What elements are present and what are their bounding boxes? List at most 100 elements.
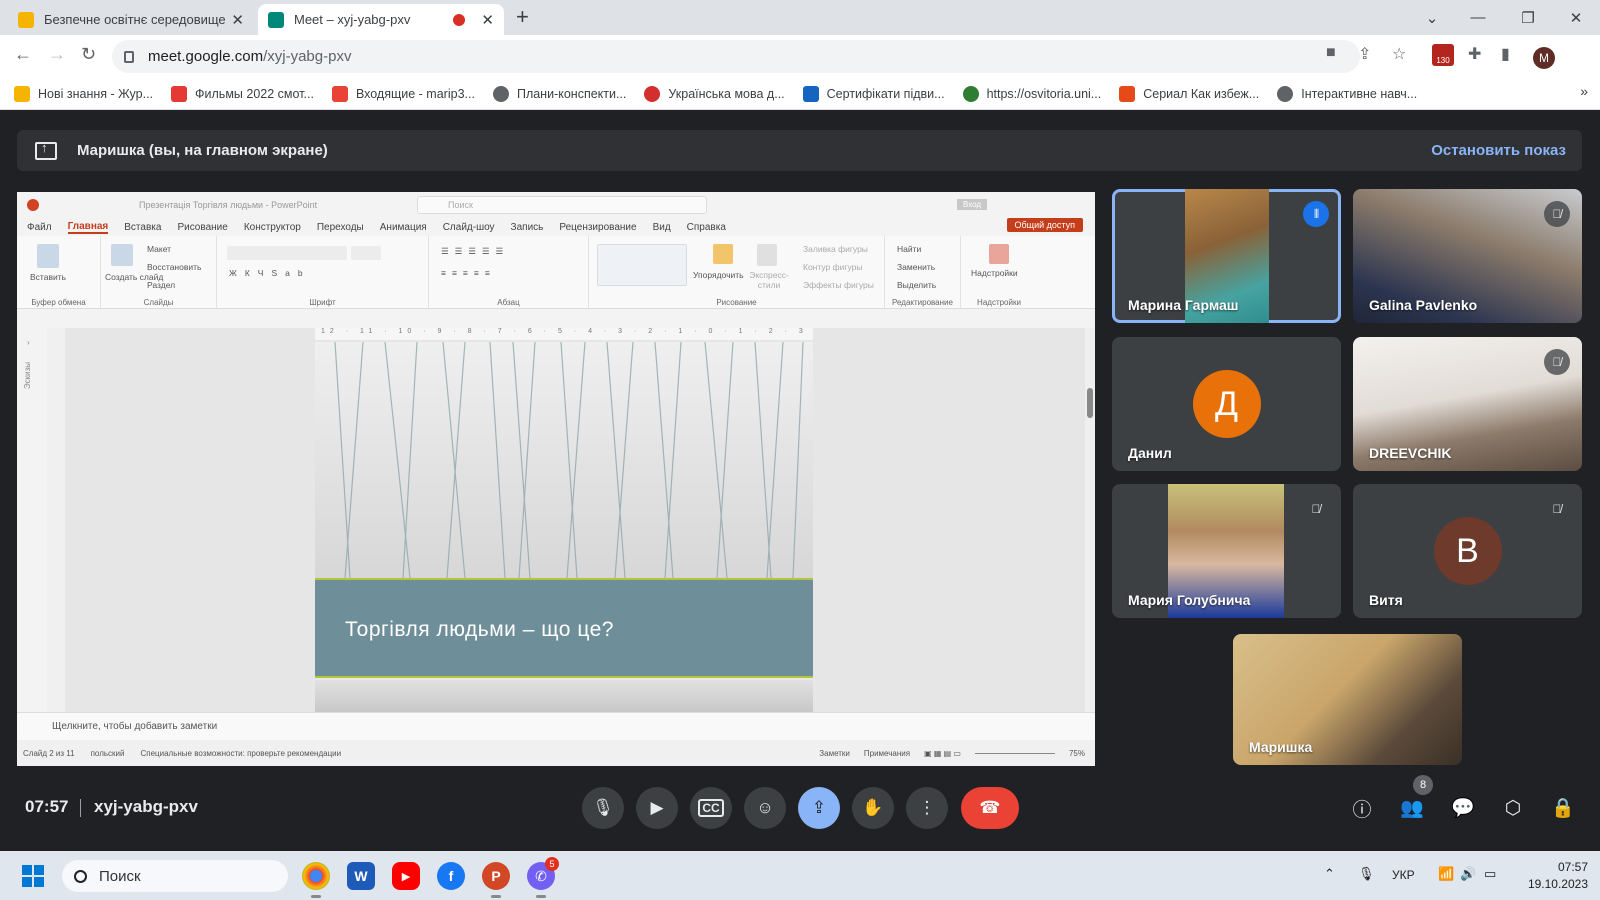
participant-tile[interactable]: 🎙̸ DREEVCHIK <box>1353 337 1582 471</box>
extensions-puzzle-icon[interactable]: ✚ <box>1468 44 1481 64</box>
bookmark-item[interactable]: Інтерактивне навч... <box>1277 85 1418 102</box>
bookmark-label: https://osvitoria.uni... <box>986 86 1102 101</box>
bookmark-item[interactable]: Сериал Как избеж... <box>1119 85 1259 102</box>
minimize-button[interactable]: — <box>1455 0 1501 35</box>
slides-group-label: Слайды <box>143 298 174 307</box>
reload-icon[interactable]: ↻ <box>81 44 96 65</box>
bookmark-label: Інтерактивне навч... <box>1301 86 1418 101</box>
close-tab-icon[interactable]: ✕ <box>231 11 244 29</box>
taskbar-clock[interactable]: 07:57 19.10.2023 <box>1518 859 1588 893</box>
align-icons: ≡≡≡≡≡ <box>441 268 496 278</box>
browser-tab-active[interactable]: Meet – xyj-yabg-pxv ✕ <box>258 4 504 35</box>
word-icon[interactable]: W <box>347 862 375 890</box>
ppt-share-button: Общий доступ <box>1006 218 1083 232</box>
battery-icon[interactable]: ▭ <box>1484 866 1496 882</box>
raise-hand-button[interactable]: ✋ <box>852 787 894 829</box>
participant-tile[interactable]: 🎙̸ Galina Pavlenko <box>1353 189 1582 323</box>
quick-styles-icon <box>757 244 777 266</box>
font-size-box <box>351 246 381 260</box>
bookmarks-overflow-icon[interactable]: » <box>1580 83 1588 99</box>
participant-tile[interactable]: Д Данил <box>1112 337 1341 471</box>
activities-icon[interactable]: ⬡ <box>1500 795 1526 821</box>
microphone-button[interactable]: 🎙 <box>582 787 624 829</box>
volume-icon[interactable]: 🔊 <box>1460 866 1476 882</box>
youtube-icon[interactable]: ▶ <box>392 862 420 890</box>
side-panel-icon[interactable]: ▮ <box>1501 44 1510 64</box>
bookmark-star-icon[interactable]: ☆ <box>1392 44 1406 64</box>
profile-avatar[interactable]: M <box>1533 47 1555 69</box>
chrome-icon[interactable] <box>302 862 330 890</box>
windows-start-icon[interactable] <box>22 865 44 887</box>
reactions-button[interactable]: ☺ <box>744 787 786 829</box>
powerpoint-icon[interactable]: P <box>482 862 510 890</box>
tray-overflow-icon[interactable]: ⌃ <box>1324 866 1335 882</box>
ribbon-group-paragraph: ☰☰☰☰☰ ≡≡≡≡≡ Абзац <box>429 236 589 309</box>
bookmark-item[interactable]: Нові знання - Жур... <box>14 85 154 102</box>
comments-toggle: Примечания <box>863 748 911 758</box>
taskbar-search[interactable]: Поиск <box>62 860 288 892</box>
captions-icon: CC <box>698 799 724 817</box>
meeting-details-icon[interactable]: ⓘ <box>1349 795 1375 821</box>
ribbon-group-addins: Надстройки Надстройки <box>961 236 1037 309</box>
leave-call-button[interactable]: ☎ <box>961 787 1019 829</box>
bookmark-label: Нові знання - Жур... <box>38 86 154 101</box>
ppt-vertical-scrollbar <box>1085 328 1095 712</box>
addins-label: Надстройки <box>971 268 1018 278</box>
present-screen-icon <box>35 140 57 160</box>
url-host: meet.google.com <box>148 48 264 65</box>
shared-screen-powerpoint: Презентація Торгівля людьми - PowerPoint… <box>17 192 1095 766</box>
more-options-button[interactable]: ⋮ <box>906 787 948 829</box>
ppt-status-right: Заметки Примечания ▣ ▦ ▤ ▭ 75% <box>819 749 1085 758</box>
tray-microphone-icon[interactable]: 🎙 <box>1358 866 1375 882</box>
input-language[interactable]: УКР <box>1392 868 1415 882</box>
self-view-tile[interactable]: Маришка <box>1233 634 1462 765</box>
new-tab-button[interactable]: + <box>516 4 529 30</box>
bookmark-item[interactable]: Плани-конспекти... <box>492 85 626 102</box>
globe-icon <box>1277 85 1294 102</box>
extension-counter-badge[interactable]: 130 <box>1432 44 1454 66</box>
bookmark-item[interactable]: https://osvitoria.uni... <box>962 85 1102 102</box>
maximize-button[interactable]: ❐ <box>1505 0 1551 35</box>
mic-muted-icon: 🎙̸ <box>1544 496 1570 522</box>
tab-search-icon[interactable]: ⌄ <box>1409 0 1455 35</box>
bookmark-favicon-icon <box>171 85 188 102</box>
back-arrow-icon[interactable]: ← <box>14 44 32 65</box>
address-bar[interactable]: meet.google.com/xyj-yabg-pxv <box>112 40 1360 73</box>
camera-in-use-icon[interactable]: ■ <box>1326 44 1336 62</box>
arrange-label: Упорядочить <box>693 270 744 280</box>
wifi-icon[interactable]: 📶 <box>1438 866 1454 882</box>
stop-presenting-button[interactable]: Остановить показ <box>1431 142 1566 159</box>
facebook-icon[interactable]: f <box>437 862 465 890</box>
ppt-window-title: Презентація Торгівля людьми - PowerPoint <box>139 200 318 210</box>
paste-label: Вставить <box>30 272 67 282</box>
ppt-ribbon: Вставить Буфер обмена Создать слайд Маке… <box>17 236 1095 309</box>
participant-name: Маришка <box>1249 739 1313 755</box>
share-icon[interactable]: ⇪ <box>1358 44 1371 64</box>
people-icon[interactable]: 👥 <box>1399 795 1425 821</box>
present-screen-button[interactable]: ⇪ <box>798 787 840 829</box>
gmail-icon <box>331 85 348 102</box>
participant-tile[interactable]: ⦀ Марина Гармаш <box>1112 189 1341 323</box>
chat-icon[interactable]: 💬 <box>1450 795 1476 821</box>
bookmark-favicon-icon <box>14 85 30 102</box>
bookmark-item[interactable]: Українська мова д... <box>644 85 785 102</box>
participant-tile[interactable]: 🎙̸ Мария Голубнича <box>1112 484 1341 618</box>
close-tab-icon[interactable]: ✕ <box>481 11 494 29</box>
bookmark-item[interactable]: Входящие - marip3... <box>331 85 475 102</box>
more-vertical-icon: ⋮ <box>918 798 936 817</box>
browser-tab[interactable]: Безпечне освітнє середовище ✕ <box>8 4 254 35</box>
close-window-button[interactable]: ✕ <box>1553 0 1599 35</box>
forward-arrow-icon[interactable]: → <box>48 44 66 65</box>
bookmark-item[interactable]: Сертифікати підви... <box>802 85 945 102</box>
addins-group-label: Надстройки <box>977 298 1021 307</box>
ppt-menu-animations: Анимация <box>379 221 427 233</box>
bookmark-item[interactable]: Фильмы 2022 смот... <box>171 85 314 102</box>
participant-tile[interactable]: В 🎙̸ Витя <box>1353 484 1582 618</box>
quick-styles-label: Экспресс-стили <box>749 270 789 290</box>
captions-button[interactable]: CC <box>690 787 732 829</box>
camera-button[interactable]: ▶ <box>636 787 678 829</box>
host-controls-lock-icon[interactable]: 🔒 <box>1550 795 1576 821</box>
zoom-level: 75% <box>1068 748 1085 758</box>
ppt-scroll-thumb <box>1087 388 1093 418</box>
ribbon-group-clipboard: Вставить Буфер обмена <box>17 236 101 309</box>
